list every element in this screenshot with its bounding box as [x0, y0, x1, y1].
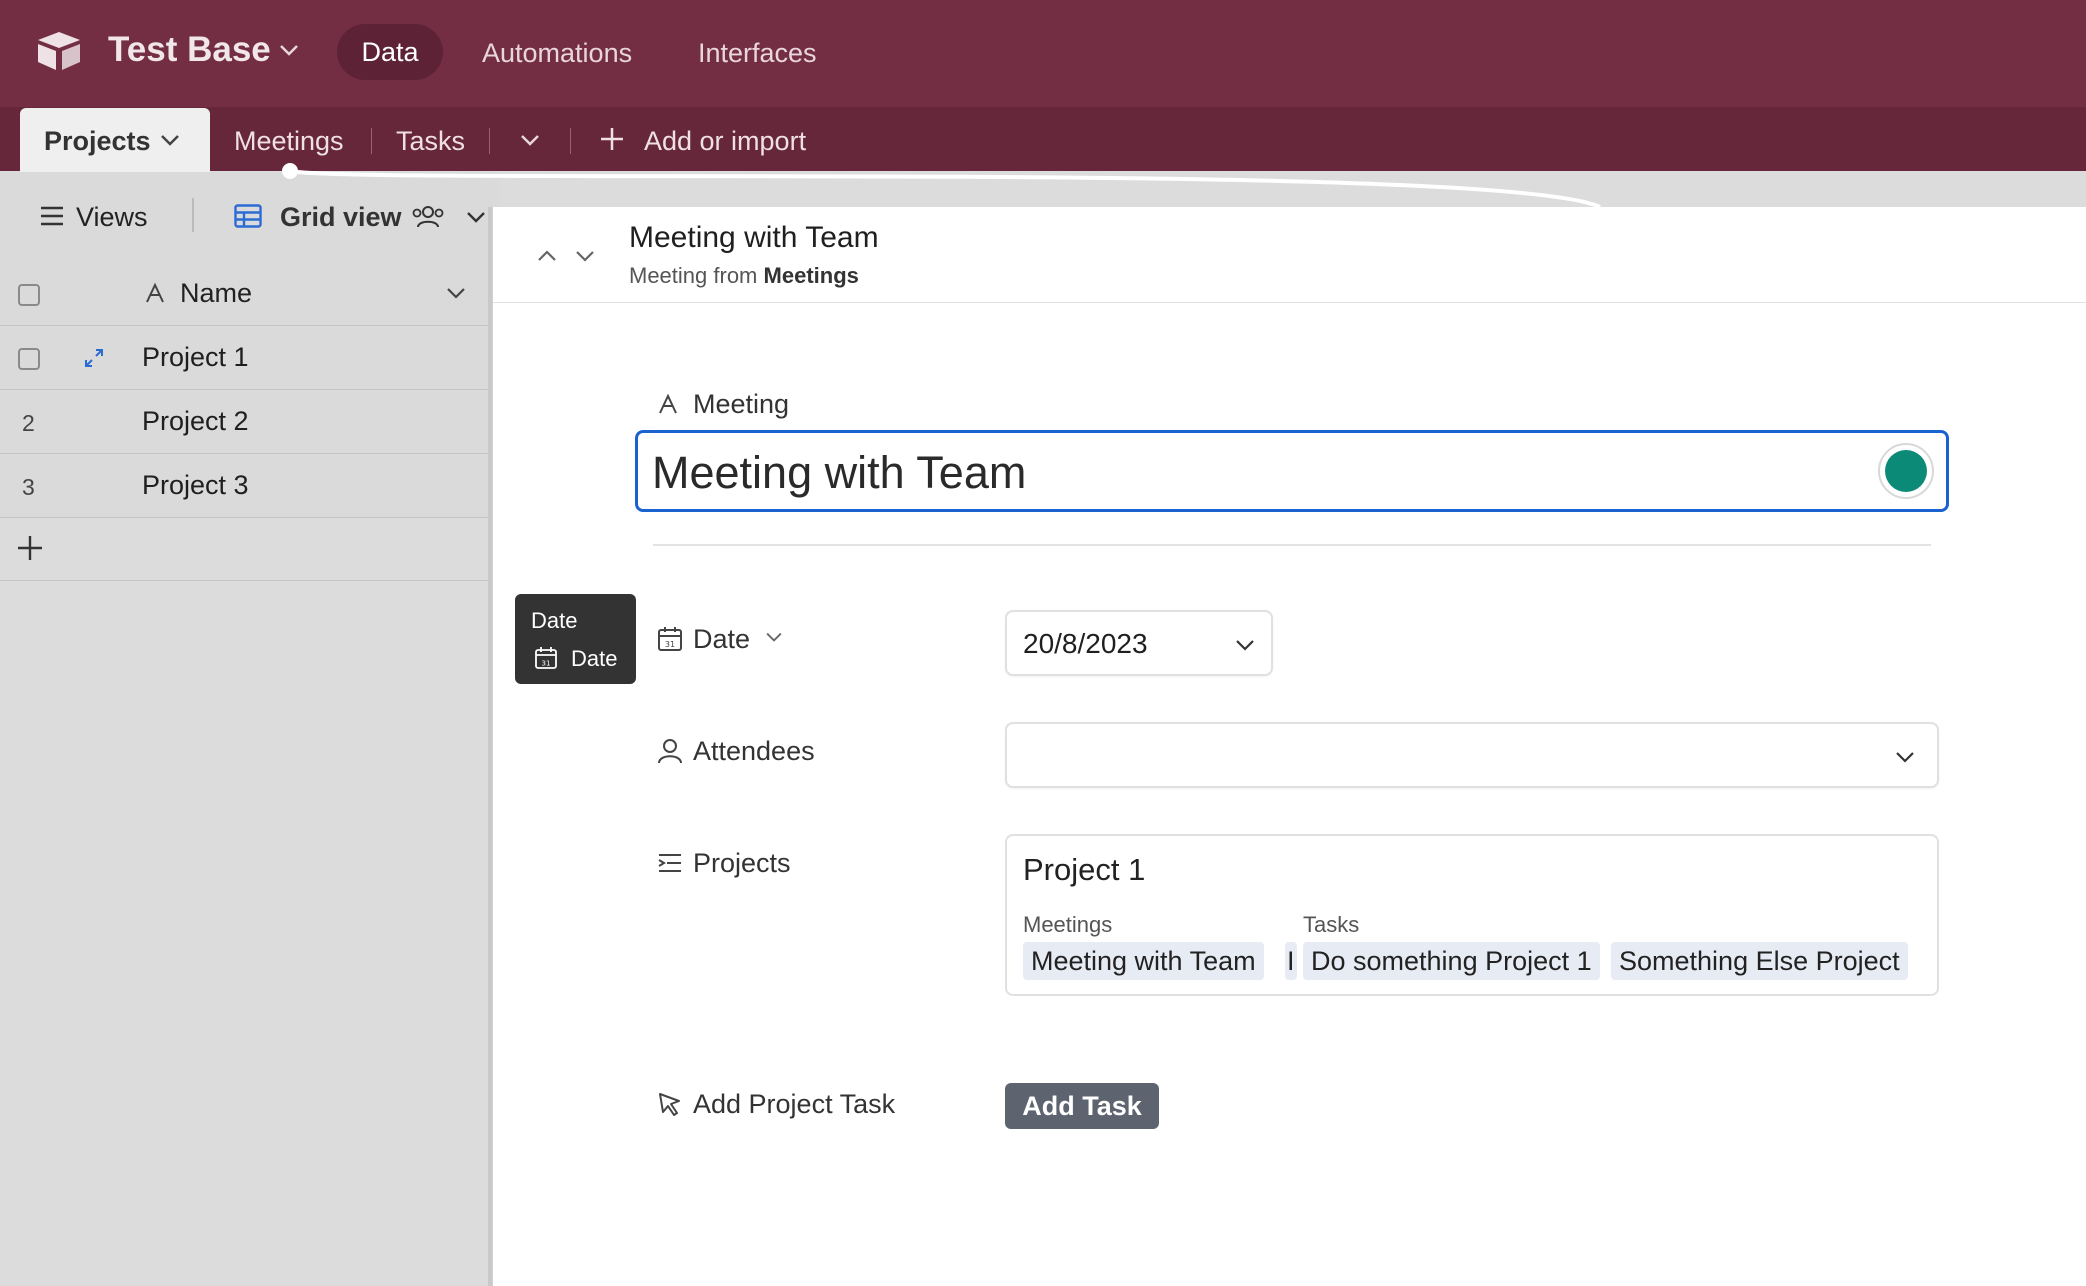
grid-header-row: Name [0, 262, 492, 326]
add-task-button[interactable]: Add Task [1005, 1083, 1159, 1129]
column-header-name[interactable]: Name [180, 278, 252, 309]
add-or-import[interactable]: Add or import [644, 126, 806, 157]
toolbar-divider [192, 198, 194, 232]
linked-meeting-chip[interactable]: Meeting with Team [1023, 942, 1264, 980]
linked-task-chip[interactable]: Do something Project 1 [1303, 942, 1600, 980]
linked-record-title[interactable]: Project 1 [1023, 852, 1145, 888]
records-grid: Name Project 1 2 Project 2 3 Project 3 [0, 262, 492, 518]
calendar-icon: 31 [535, 647, 557, 669]
date-value[interactable]: 20/8/2023 [1023, 628, 1148, 660]
cell-name[interactable]: Project 1 [142, 342, 249, 373]
tooltip-title: Date [531, 608, 578, 633]
linked-record-card[interactable]: Project 1 Meetings Tasks Meeting with Te… [1005, 834, 1939, 996]
row-number: 2 [22, 410, 35, 436]
chevron-down-icon[interactable] [575, 249, 595, 263]
table-row[interactable]: Project 1 [0, 326, 492, 390]
tooltip-field-type: Date [571, 646, 618, 671]
nav-automations[interactable]: Automations [482, 38, 632, 69]
field-label-attendees: Attendees [693, 736, 815, 766]
cursor-click-icon [659, 1093, 680, 1116]
chevron-down-icon[interactable] [520, 133, 540, 147]
chevron-up-icon[interactable] [537, 249, 557, 263]
text-field-icon [659, 393, 677, 414]
meeting-name-input[interactable]: Meeting with Team [635, 430, 1949, 512]
chevron-down-icon[interactable] [765, 631, 783, 643]
field-label-add-project-task: Add Project Task [693, 1089, 896, 1119]
row-number: 3 [22, 474, 35, 500]
field-label-date[interactable]: Date [693, 624, 750, 655]
grid-view-icon [234, 204, 262, 228]
table-row[interactable]: 3 Project 3 [0, 454, 492, 518]
field-label-meeting: Meeting [693, 389, 790, 419]
menu-icon[interactable] [40, 206, 64, 226]
chevron-down-icon[interactable] [1895, 750, 1915, 764]
chevron-down-icon[interactable] [446, 286, 466, 300]
plus-icon[interactable] [599, 126, 625, 152]
tab-divider [570, 128, 571, 154]
row-checkbox[interactable] [18, 348, 40, 370]
chevron-down-icon[interactable] [160, 133, 180, 147]
base-name[interactable]: Test Base [108, 30, 271, 70]
tab-divider [489, 128, 490, 154]
linked-task-chip[interactable]: Something Else Project [1611, 942, 1908, 980]
record-subtitle-prefix: Meeting from [629, 263, 758, 288]
field-label-projects: Projects [693, 848, 791, 878]
tab-projects-label[interactable]: Projects [44, 126, 151, 157]
expand-record-icon[interactable] [82, 346, 106, 370]
record-color-picker[interactable] [1878, 443, 1934, 499]
svg-text:31: 31 [665, 640, 675, 649]
select-all-checkbox[interactable] [18, 284, 40, 306]
attendees-select[interactable] [1005, 722, 1939, 788]
add-record-icon[interactable] [16, 534, 44, 562]
tab-divider [371, 128, 372, 154]
svg-text:31: 31 [542, 660, 551, 668]
chevron-down-icon[interactable] [278, 42, 300, 58]
cell-name[interactable]: Project 3 [142, 470, 249, 501]
meeting-name-value[interactable]: Meeting with Team [652, 447, 1026, 499]
grid-divider [0, 580, 492, 581]
calendar-icon: 31 [658, 627, 682, 651]
date-select[interactable]: 20/8/2023 [1005, 610, 1273, 676]
user-icon [658, 739, 682, 764]
nav-data[interactable]: Data [337, 24, 443, 80]
cell-name[interactable]: Project 2 [142, 406, 249, 437]
linked-record-icon [658, 854, 681, 872]
grid-view-name[interactable]: Grid view [280, 202, 402, 233]
record-subtitle: Meeting from Meetings [629, 263, 859, 289]
views-button[interactable]: Views [76, 202, 148, 233]
text-field-icon [146, 282, 164, 303]
collaborators-icon [412, 206, 444, 228]
expanded-record-panel: Meeting with Team Meeting from Meetings … [492, 207, 2086, 1286]
record-header: Meeting with Team Meeting from Meetings [493, 207, 2086, 303]
tab-tasks[interactable]: Tasks [396, 126, 465, 157]
field-type-tooltip: Date 31 Date [515, 594, 636, 684]
color-swatch [1885, 450, 1927, 492]
record-source-table[interactable]: Meetings [764, 263, 859, 288]
linked-meeting-chip[interactable]: I [1285, 942, 1297, 980]
base-logo-icon[interactable] [34, 30, 84, 72]
chevron-down-icon[interactable] [466, 210, 486, 224]
top-bar [0, 0, 2086, 107]
field-divider [653, 544, 1931, 546]
table-row[interactable]: 2 Project 2 [0, 390, 492, 454]
linked-tasks-label: Tasks [1303, 912, 1360, 937]
record-title: Meeting with Team [629, 221, 879, 254]
linked-meetings-label: Meetings [1023, 912, 1113, 937]
nav-interfaces[interactable]: Interfaces [698, 38, 817, 69]
chevron-down-icon[interactable] [1235, 638, 1255, 652]
tab-meetings[interactable]: Meetings [234, 126, 344, 157]
